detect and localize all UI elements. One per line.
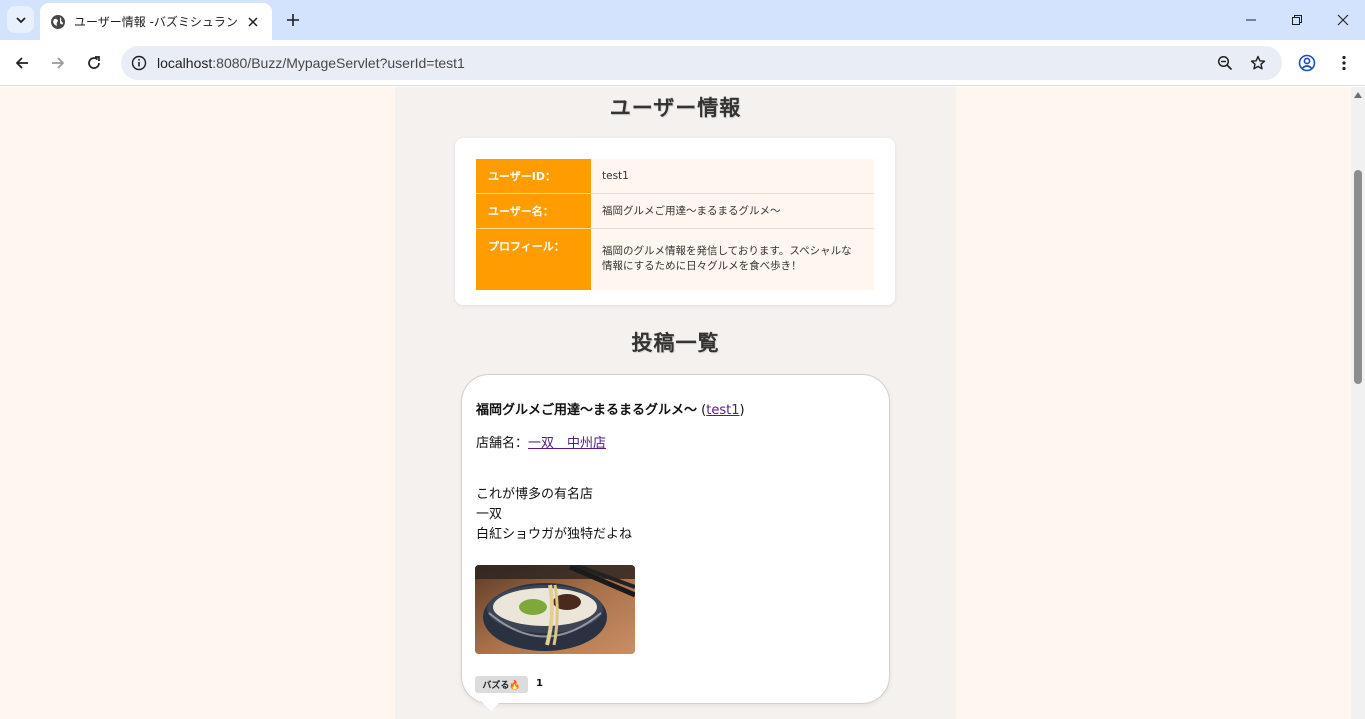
- shop-link[interactable]: 一双 中州店: [528, 436, 606, 451]
- close-window-button[interactable]: [1320, 0, 1365, 40]
- chevron-down-icon: [15, 16, 26, 23]
- kebab-menu-icon: [1342, 55, 1346, 71]
- post-shop-line: 店舗名：一双 中州店: [476, 432, 606, 451]
- reload-button[interactable]: [80, 49, 108, 77]
- buzz-count: 1: [536, 678, 543, 689]
- post-body-line: 一双: [476, 507, 503, 522]
- user-info-card: ユーザーID： test1 ユーザー名： 福岡グルメご用達〜まるまるグルメ〜 プ…: [455, 138, 895, 305]
- posts-heading: 投稿一覧: [631, 331, 720, 355]
- profile-value: 福岡のグルメ情報を発信しております。スペシャルな情報にするために日々グルメを食べ…: [602, 245, 852, 273]
- minimize-button[interactable]: [1228, 0, 1274, 40]
- star-icon[interactable]: [1248, 53, 1268, 73]
- close-icon: [1337, 14, 1349, 26]
- arrow-left-icon: [15, 57, 28, 69]
- post-body-line: これが博多の有名店: [476, 487, 594, 502]
- user-info-table: ユーザーID： test1 ユーザー名： 福岡グルメご用達〜まるまるグルメ〜 プ…: [476, 159, 874, 290]
- globe-icon: [50, 14, 66, 30]
- user-id-label: ユーザーID：: [476, 159, 591, 194]
- paren-open: (: [697, 403, 707, 418]
- account-circle-icon: [1298, 54, 1316, 72]
- plus-icon: [287, 14, 299, 26]
- post-author-line: 福岡グルメご用達〜まるまるグルメ〜 (test1): [476, 399, 745, 418]
- profile-cell: 福岡のグルメ情報を発信しております。スペシャルな情報にするために日々グルメを食べ…: [591, 228, 874, 290]
- arrow-right-icon: [52, 57, 65, 69]
- address-bar[interactable]: localhost:8080/Buzz/MypageServlet?userId…: [121, 46, 1282, 80]
- main-column: ユーザー情報 ユーザーID： test1 ユーザー名： 福岡グルメご用達〜まるま…: [395, 87, 956, 719]
- url-text[interactable]: localhost:8080/Buzz/MypageServlet?userId…: [157, 55, 465, 71]
- tab-title: ユーザー情報 -バズミシュラン: [74, 15, 238, 29]
- restore-icon: [1292, 15, 1302, 25]
- minimize-icon: [1246, 19, 1256, 21]
- post-card: 福岡グルメご用達〜まるまるグルメ〜 (test1) 店舗名：一双 中州店 これが…: [461, 374, 890, 704]
- user-name-label: ユーザー名：: [476, 193, 591, 229]
- scroll-up-arrow-icon[interactable]: [1354, 92, 1362, 98]
- close-tab-icon[interactable]: [244, 13, 262, 31]
- back-button[interactable]: [8, 49, 36, 77]
- post-author-name: 福岡グルメご用達〜まるまるグルメ〜: [476, 403, 698, 418]
- post-body: これが博多の有名店 一双 白紅ショウガが独特だよね: [476, 485, 632, 545]
- page-viewport: ユーザー情報 ユーザーID： test1 ユーザー名： 福岡グルメご用達〜まるま…: [0, 87, 1351, 719]
- profile-label: プロフィール：: [476, 228, 591, 290]
- user-name-value: 福岡グルメご用達〜まるまるグルメ〜: [591, 193, 874, 229]
- menu-button[interactable]: [1330, 49, 1358, 77]
- url-host: localhost: [157, 55, 213, 71]
- ramen-photo: [475, 565, 635, 654]
- reload-icon: [88, 56, 100, 69]
- post-body-line: 白紅ショウガが独特だよね: [476, 527, 633, 542]
- profile-button[interactable]: [1293, 49, 1321, 77]
- user-name-row: ユーザー名： 福岡グルメご用達〜まるまるグルメ〜: [476, 193, 874, 229]
- buzz-button[interactable]: バズる🔥: [475, 676, 528, 693]
- tab-strip: ユーザー情報 -バズミシュラン: [0, 0, 1365, 40]
- tab-search-button[interactable]: [7, 6, 34, 33]
- info-icon[interactable]: [129, 53, 149, 73]
- profile-row: プロフィール： 福岡のグルメ情報を発信しております。スペシャルな情報にするために…: [476, 228, 874, 290]
- user-id-row: ユーザーID： test1: [476, 159, 874, 194]
- scroll-thumb[interactable]: [1354, 170, 1362, 384]
- zoom-out-icon[interactable]: [1215, 53, 1235, 73]
- restore-button[interactable]: [1274, 0, 1320, 40]
- page-scrollbar[interactable]: [1351, 87, 1365, 719]
- bubble-tail: [482, 702, 500, 711]
- browser-toolbar: localhost:8080/Buzz/MypageServlet?userId…: [0, 40, 1365, 86]
- forward-button[interactable]: [44, 49, 72, 77]
- post-author-link[interactable]: test1: [706, 403, 739, 418]
- paren-close: ): [739, 403, 745, 418]
- user-id-value: test1: [591, 159, 874, 194]
- active-tab[interactable]: ユーザー情報 -バズミシュラン: [40, 3, 272, 40]
- user-info-heading: ユーザー情報: [609, 96, 742, 120]
- shop-label: 店舗名：: [476, 436, 529, 451]
- url-path: :8080/Buzz/MypageServlet?userId=test1: [212, 55, 465, 71]
- new-tab-button[interactable]: [281, 8, 305, 32]
